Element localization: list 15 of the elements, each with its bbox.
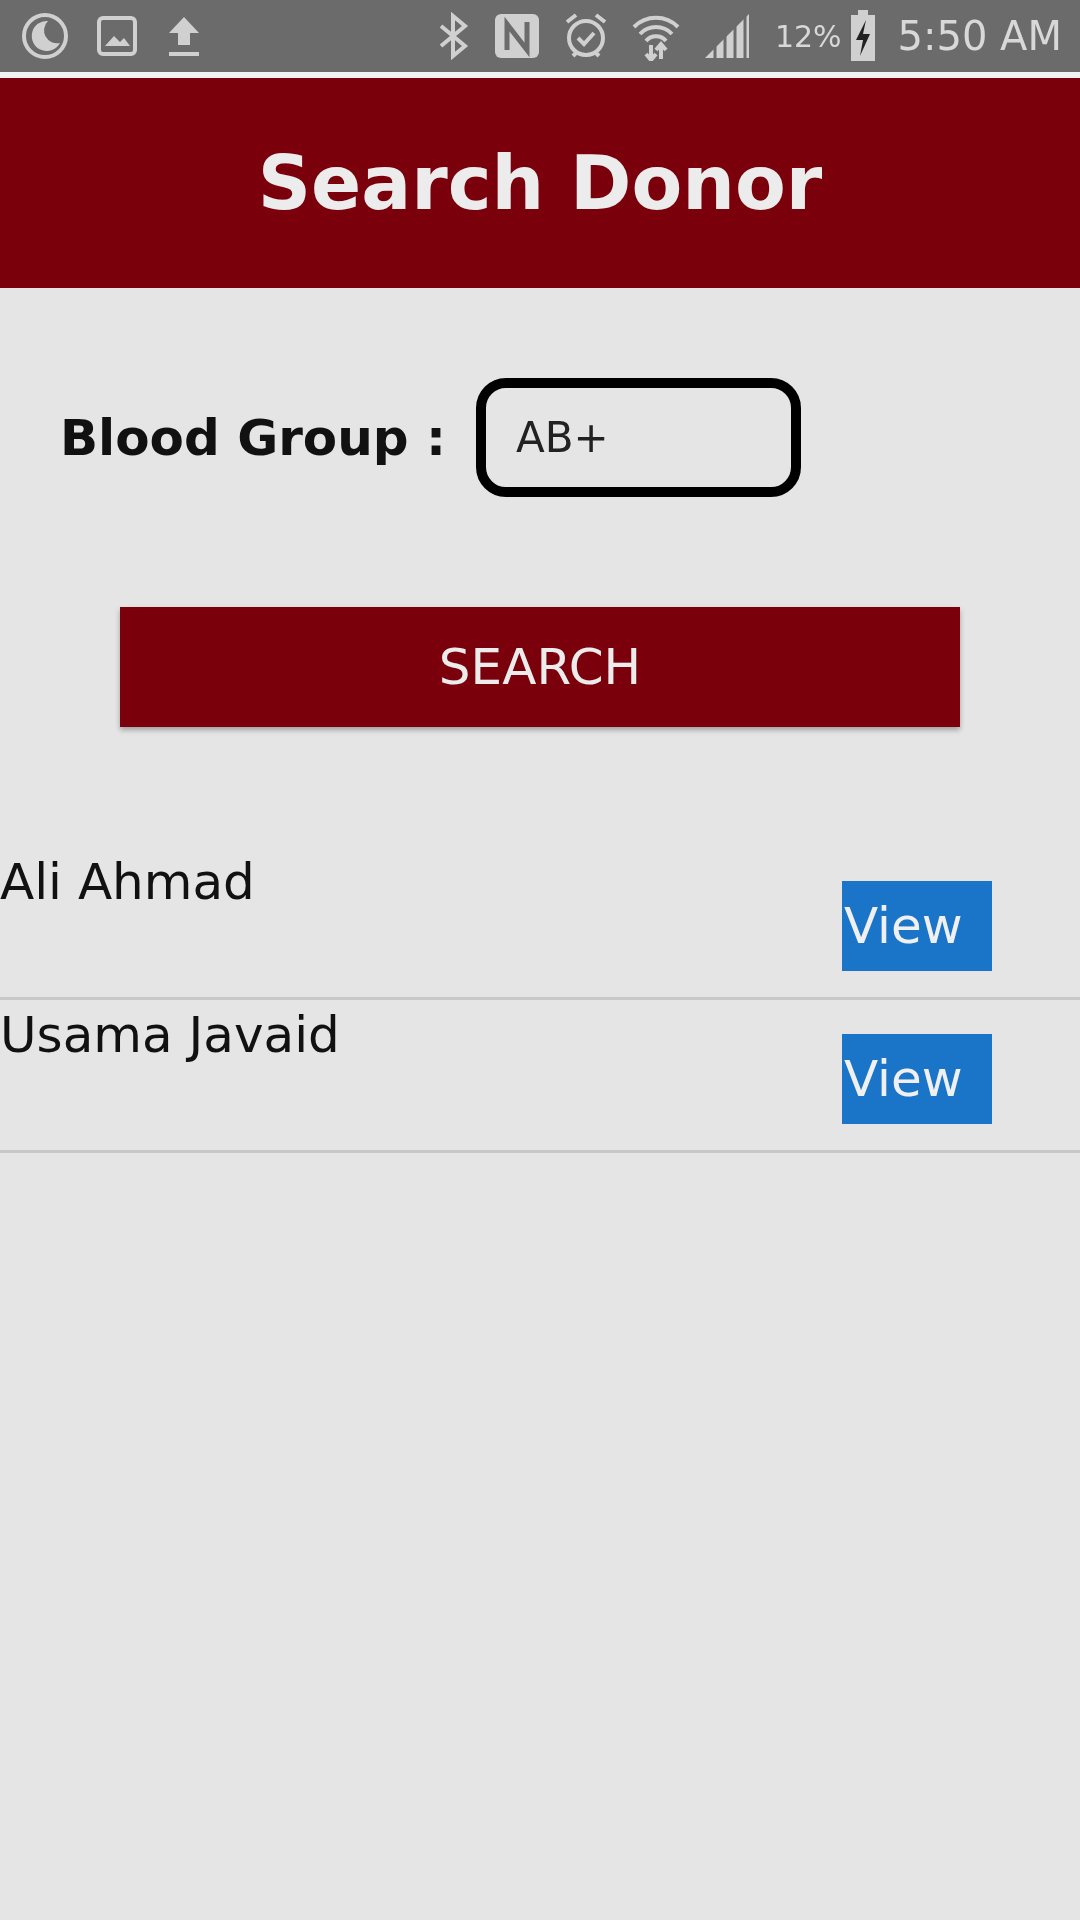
blood-group-label: Blood Group :	[60, 408, 446, 467]
search-button[interactable]: SEARCH	[120, 607, 960, 727]
donor-name: Usama Javaid	[0, 1005, 340, 1064]
view-button[interactable]: View	[842, 881, 992, 971]
donor-name: Ali Ahmad	[0, 852, 255, 911]
blood-group-field[interactable]: AB+	[476, 378, 801, 497]
nfc-icon	[492, 12, 541, 60]
page-title: Search Donor	[257, 140, 823, 226]
battery-charging-icon	[849, 10, 876, 62]
moon-icon	[22, 13, 68, 59]
clock-time: 5:50 AM	[897, 13, 1062, 59]
upload-icon	[166, 15, 202, 57]
view-button[interactable]: View	[842, 1034, 992, 1124]
image-icon	[96, 15, 138, 57]
battery-percent: 12%	[774, 18, 842, 54]
